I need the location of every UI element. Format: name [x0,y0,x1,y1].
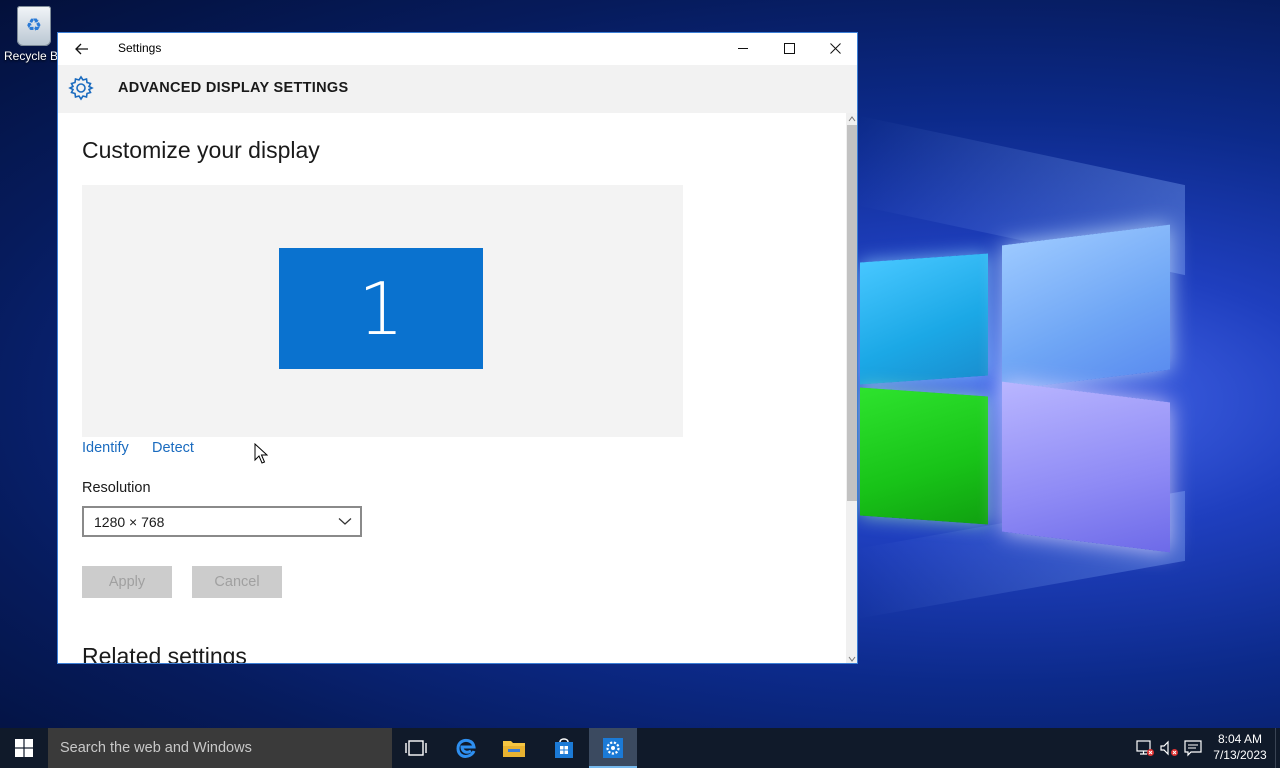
windows-logo-pane [1002,381,1170,553]
clock-date: 7/13/2023 [1213,748,1267,762]
back-arrow-icon [75,43,88,55]
resolution-label: Resolution [82,480,151,496]
maximize-icon [783,42,795,54]
chevron-down-icon [338,518,352,525]
edge-button[interactable] [442,728,490,768]
settings-taskbar-button[interactable] [589,728,637,768]
close-icon [829,42,841,54]
action-center-icon[interactable] [1183,739,1203,757]
mouse-cursor-icon [254,443,268,464]
windows-logo-pane [860,387,988,525]
section-title: ADVANCED DISPLAY SETTINGS [118,80,349,96]
network-icon[interactable] [1135,739,1155,757]
window-title: Settings [118,41,162,55]
file-explorer-button[interactable] [490,728,538,768]
resolution-value: 1280 × 768 [94,514,165,530]
show-desktop-button[interactable] [1275,728,1280,768]
identify-link[interactable]: Identify [82,440,129,456]
display-arrangement-area: 1 [82,185,683,437]
task-view-button[interactable] [392,728,440,768]
resolution-dropdown[interactable]: 1280 × 768 [82,506,362,537]
volume-icon[interactable] [1159,739,1179,757]
search-placeholder: Search the web and Windows [60,740,252,756]
taskbar-clock[interactable]: 8:04 AM 7/13/2023 [1208,731,1272,763]
minimize-button[interactable] [720,33,766,63]
taskbar-search-box[interactable]: Search the web and Windows [48,728,392,768]
store-button[interactable] [540,728,588,768]
cancel-button[interactable]: Cancel [192,566,282,598]
monitor-tile[interactable]: 1 [279,248,483,369]
file-explorer-icon [503,741,525,757]
maximize-button[interactable] [766,33,812,63]
clock-time: 8:04 AM [1217,732,1263,746]
taskbar: Search the web and Windows 8:04 AM 7/13/… [0,728,1280,768]
windows-logo-pane [1002,224,1170,391]
close-button[interactable] [812,33,857,63]
gear-icon [68,75,94,101]
recycle-bin-shortcut[interactable]: Recycle Bin [4,6,67,63]
scrollbar-thumb[interactable] [847,125,857,501]
settings-window: Settings ADVANCED DISPLAY SETTINGS Custo… [57,32,858,664]
scroll-up-icon[interactable] [848,115,856,123]
minimize-icon [737,47,748,49]
task-view-icon [405,740,427,756]
apply-button[interactable]: Apply [82,566,172,598]
store-icon [555,738,573,758]
related-settings-heading: Related settings [82,643,247,664]
settings-gear-icon [603,738,623,758]
recycle-bin-icon [17,6,51,46]
scroll-down-icon[interactable] [848,655,856,663]
page-title: Customize your display [82,137,320,163]
windows-start-icon [15,739,33,757]
settings-content: Customize your display 1 Identify Detect… [58,113,846,664]
title-bar[interactable]: Settings [58,33,857,65]
back-button[interactable] [68,37,96,61]
start-button[interactable] [0,728,48,768]
detect-link[interactable]: Detect [152,440,194,456]
windows-logo-pane [860,253,988,385]
edge-icon [456,738,476,758]
vertical-scrollbar[interactable] [846,113,857,663]
